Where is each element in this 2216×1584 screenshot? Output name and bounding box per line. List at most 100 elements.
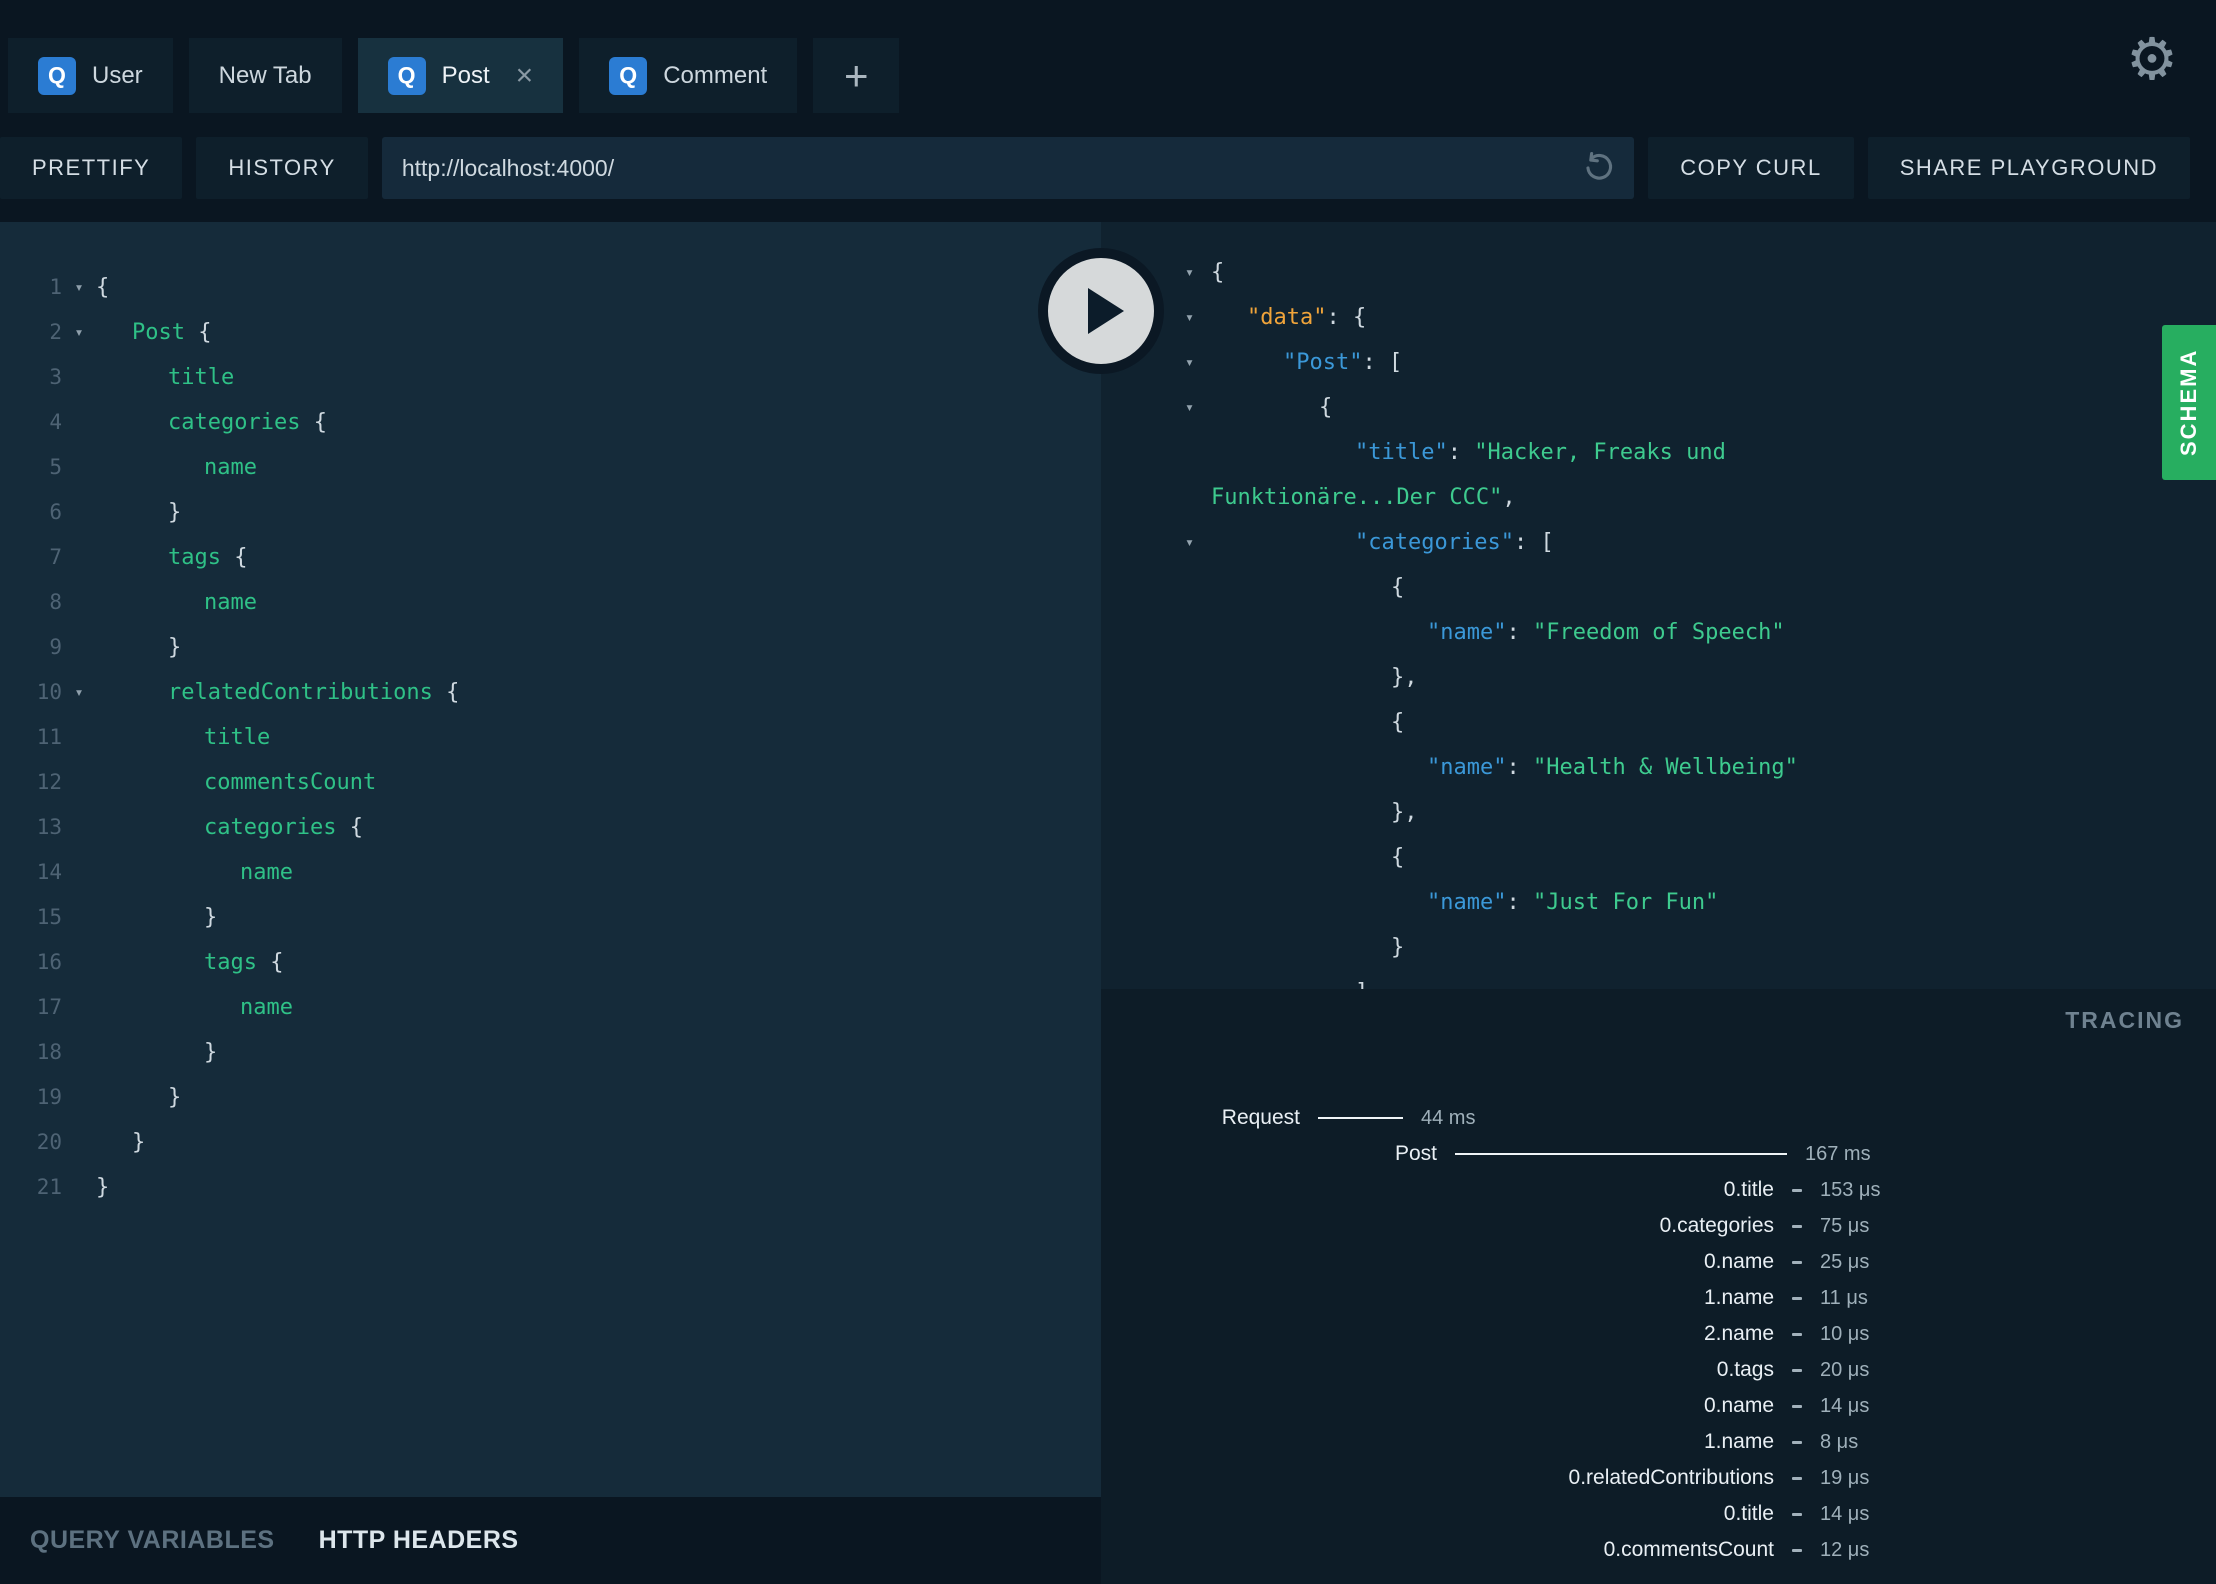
fold-toggle-icon[interactable] xyxy=(1185,700,1211,745)
fold-toggle-icon[interactable] xyxy=(1185,565,1211,610)
code-segment: "name" xyxy=(1427,890,1507,915)
fold-toggle-icon[interactable] xyxy=(62,895,96,940)
fold-toggle-icon[interactable]: ▾ xyxy=(1185,250,1211,295)
response-text: "name": "Freedom of Speech" xyxy=(1211,610,1785,655)
share-playground-button[interactable]: SHARE PLAYGROUND xyxy=(1867,137,2190,199)
endpoint-url-field xyxy=(381,137,1635,199)
tab-label: Comment xyxy=(663,61,768,89)
query-variables-toggle[interactable]: QUERY VARIABLES xyxy=(30,1526,275,1555)
fold-toggle-icon[interactable] xyxy=(62,400,96,445)
tab-comment[interactable]: Q Comment xyxy=(579,38,798,113)
fold-toggle-icon[interactable] xyxy=(62,805,96,850)
trace-duration-bar xyxy=(1792,1224,1802,1228)
fold-toggle-icon[interactable] xyxy=(62,1030,96,1075)
fold-toggle-icon[interactable]: ▾ xyxy=(62,310,96,355)
response-line: "name": "Health & Wellbeing" xyxy=(1185,745,2196,790)
tracing-panel: TRACING Request 44 ms Post 167 ms 0.titl… xyxy=(1101,989,2216,1584)
fold-toggle-icon[interactable] xyxy=(62,625,96,670)
query-icon: Q xyxy=(38,56,76,95)
fold-toggle-icon[interactable] xyxy=(62,940,96,985)
tab-user[interactable]: Q User xyxy=(8,38,173,113)
reload-icon[interactable] xyxy=(1582,151,1616,185)
execute-query-button[interactable] xyxy=(1038,248,1164,374)
response-line: "name": "Just For Fun" xyxy=(1185,880,2196,925)
fold-toggle-icon[interactable] xyxy=(1185,835,1211,880)
query-editor[interactable]: 1 ▾ { 2 ▾ Post { 3 title 4 categories { … xyxy=(0,222,1101,1210)
fold-toggle-icon[interactable] xyxy=(1185,475,1211,520)
settings-gear-icon[interactable]: ⚙ xyxy=(2126,30,2178,88)
history-button[interactable]: HISTORY xyxy=(196,137,368,199)
fold-toggle-icon[interactable] xyxy=(62,580,96,625)
fold-toggle-icon[interactable] xyxy=(62,1165,96,1210)
trace-label: 0.title xyxy=(1723,1502,1774,1525)
line-number: 11 xyxy=(36,725,62,749)
fold-toggle-icon[interactable] xyxy=(62,490,96,535)
close-tab-icon[interactable]: × xyxy=(516,60,534,91)
fold-toggle-icon[interactable] xyxy=(62,445,96,490)
fold-toggle-icon[interactable] xyxy=(62,850,96,895)
trace-label: 2.name xyxy=(1703,1322,1774,1345)
code-line: 14 name xyxy=(0,850,1101,895)
tab-post[interactable]: Q Post × xyxy=(357,38,564,113)
fold-toggle-icon[interactable] xyxy=(1185,970,1211,989)
line-number: 20 xyxy=(36,1130,62,1154)
trace-time: 8 μs xyxy=(1820,1430,1859,1453)
fold-toggle-icon[interactable] xyxy=(62,355,96,400)
response-line: Funktionäre...Der CCC", xyxy=(1185,475,2196,520)
response-line: { xyxy=(1185,700,2196,745)
fold-toggle-icon[interactable]: ▾ xyxy=(1185,295,1211,340)
trace-time: 12 μs xyxy=(1820,1538,1870,1561)
trace-time: 20 μs xyxy=(1820,1358,1870,1381)
trace-row: Request 44 ms xyxy=(1101,1100,1541,1136)
code-text: categories { xyxy=(96,805,363,850)
response-text: { xyxy=(1211,835,1404,880)
fold-toggle-icon[interactable]: ▾ xyxy=(62,265,96,310)
fold-toggle-icon[interactable] xyxy=(62,715,96,760)
fold-toggle-icon[interactable] xyxy=(1185,430,1211,475)
query-editor-pane[interactable]: 1 ▾ { 2 ▾ Post { 3 title 4 categories { … xyxy=(0,222,1101,1497)
code-segment: ] xyxy=(1355,980,1368,989)
copy-curl-button[interactable]: COPY CURL xyxy=(1648,137,1854,199)
fold-toggle-icon[interactable] xyxy=(1185,655,1211,700)
trace-row: 0.name 25 μs xyxy=(1101,1244,1940,1280)
line-number: 12 xyxy=(36,770,62,794)
fold-toggle-icon[interactable] xyxy=(1185,880,1211,925)
fold-toggle-icon[interactable]: ▾ xyxy=(1185,520,1211,565)
tab-label: Post xyxy=(441,61,490,89)
code-line: 11 title xyxy=(0,715,1101,760)
fold-toggle-icon[interactable] xyxy=(62,535,96,580)
fold-toggle-icon[interactable] xyxy=(1185,610,1211,655)
fold-toggle-icon[interactable] xyxy=(62,985,96,1030)
tab-new-tab[interactable]: New Tab xyxy=(188,38,342,113)
fold-toggle-icon[interactable] xyxy=(1185,925,1211,970)
code-line: 20 } xyxy=(0,1120,1101,1165)
code-text: name xyxy=(96,445,257,490)
trace-time: 10 μs xyxy=(1820,1322,1870,1345)
line-number: 6 xyxy=(49,500,62,524)
line-number: 3 xyxy=(49,365,62,389)
fold-toggle-icon[interactable] xyxy=(62,1075,96,1120)
fold-toggle-icon[interactable] xyxy=(1185,790,1211,835)
code-segment: : [ xyxy=(1362,350,1403,375)
fold-toggle-icon[interactable]: ▾ xyxy=(1185,340,1211,385)
fold-toggle-icon[interactable] xyxy=(62,760,96,805)
schema-tab[interactable]: SCHEMA xyxy=(2162,325,2216,480)
fold-toggle-icon[interactable]: ▾ xyxy=(62,670,96,715)
new-tab-button[interactable]: + xyxy=(813,38,900,113)
code-line: 6 } xyxy=(0,490,1101,535)
trace-duration-bar xyxy=(1318,1117,1403,1119)
code-line: 15 } xyxy=(0,895,1101,940)
code-segment: name xyxy=(240,860,293,885)
code-segment: }, xyxy=(1391,665,1418,690)
http-headers-toggle[interactable]: HTTP HEADERS xyxy=(319,1526,519,1555)
fold-toggle-icon[interactable]: ▾ xyxy=(1185,385,1211,430)
trace-label: Post xyxy=(1394,1142,1437,1165)
url-input[interactable] xyxy=(401,154,1571,182)
prettify-button[interactable]: PRETTIFY xyxy=(0,137,183,199)
fold-toggle-icon[interactable] xyxy=(62,1120,96,1165)
code-segment: "Hacker, Freaks und xyxy=(1474,440,1726,465)
code-line: 21 } xyxy=(0,1165,1101,1210)
code-line: 8 name xyxy=(0,580,1101,625)
fold-toggle-icon[interactable] xyxy=(1185,745,1211,790)
toolbar: PRETTIFY HISTORY COPY CURL SHARE PLAYGRO… xyxy=(0,137,2216,199)
